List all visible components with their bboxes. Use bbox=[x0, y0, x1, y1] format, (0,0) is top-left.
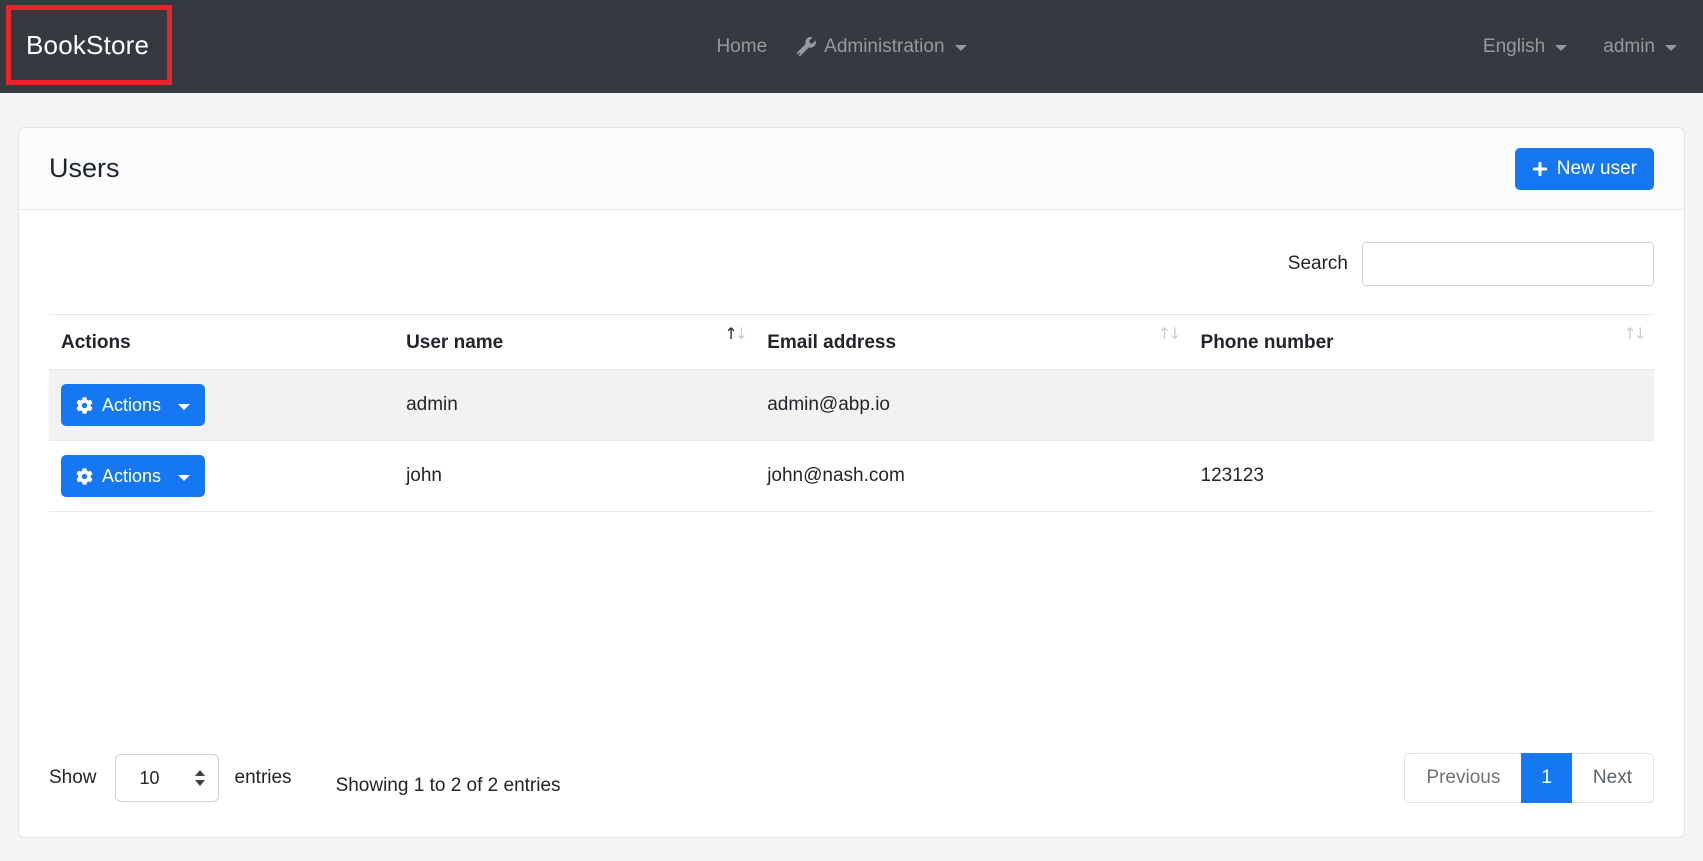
pagination-next[interactable]: Next bbox=[1570, 753, 1654, 803]
brand-highlight-box: BookStore bbox=[6, 5, 172, 85]
column-header-email-label: Email address bbox=[767, 332, 897, 353]
navbar-right: English admin bbox=[1483, 0, 1677, 93]
pagination: Previous 1 Next bbox=[1404, 753, 1654, 803]
new-user-button-label: New user bbox=[1556, 157, 1637, 179]
cell-phone bbox=[1188, 369, 1654, 441]
sort-asc-icon: ↑↓ bbox=[724, 324, 748, 343]
caret-down-icon bbox=[178, 474, 191, 481]
page-size-select-wrap: 10 bbox=[114, 754, 219, 802]
entries-label: entries bbox=[234, 767, 292, 788]
new-user-button[interactable]: New user bbox=[1514, 147, 1654, 190]
cell-user-name: admin bbox=[394, 369, 756, 441]
caret-down-icon bbox=[1665, 45, 1677, 51]
page-title: Users bbox=[49, 153, 120, 183]
nav-item-home[interactable]: Home bbox=[716, 36, 767, 58]
gear-icon bbox=[76, 467, 93, 485]
cell-actions: Actions bbox=[49, 440, 395, 512]
column-header-user-name-label: User name bbox=[406, 332, 504, 353]
plus-icon bbox=[1532, 161, 1548, 177]
card-header: Users New user bbox=[19, 128, 1684, 210]
row-actions-button[interactable]: Actions bbox=[61, 455, 206, 497]
search-input[interactable] bbox=[1362, 242, 1654, 286]
column-header-phone-label: Phone number bbox=[1200, 332, 1334, 353]
page-size-select[interactable]: 10 bbox=[114, 754, 219, 802]
main-menu: Home Administration bbox=[716, 0, 967, 93]
caret-down-icon bbox=[1555, 45, 1568, 51]
pagination-previous[interactable]: Previous bbox=[1404, 753, 1523, 803]
wrench-icon bbox=[797, 37, 817, 56]
language-dropdown[interactable]: English bbox=[1482, 35, 1568, 58]
user-dropdown-label: admin bbox=[1603, 35, 1655, 57]
card-body: Search Actions User name ↑↓ Email addres… bbox=[19, 210, 1684, 837]
search-label: Search bbox=[1287, 253, 1348, 274]
caret-down-icon bbox=[954, 45, 967, 51]
column-header-actions: Actions bbox=[49, 314, 395, 370]
table-row: Actions john john@nash.com 123123 bbox=[49, 440, 1654, 512]
cell-actions: Actions bbox=[49, 369, 395, 441]
nav-item-administration[interactable]: Administration bbox=[797, 35, 967, 58]
search-row: Search bbox=[49, 242, 1654, 286]
table-row: Actions admin admin@abp.io bbox=[49, 369, 1654, 441]
cell-email: admin@abp.io bbox=[755, 369, 1189, 441]
show-label: Show bbox=[49, 767, 97, 788]
table-footer: Show 10 entries Showing 1 to 2 of 2 entr… bbox=[49, 753, 1654, 803]
row-actions-button-label: Actions bbox=[102, 394, 162, 415]
table-info: Showing 1 to 2 of 2 entries bbox=[335, 775, 561, 796]
users-card: Users New user Search Actions User name … bbox=[18, 127, 1685, 838]
sort-both-icon: ↑↓ bbox=[1157, 324, 1182, 343]
language-dropdown-label: English bbox=[1482, 35, 1546, 57]
column-header-email[interactable]: Email address ↑↓ bbox=[755, 314, 1189, 370]
cell-user-name: john bbox=[394, 440, 756, 512]
table-header-row: Actions User name ↑↓ Email address ↑↓ Ph… bbox=[49, 314, 1654, 370]
column-header-phone[interactable]: Phone number ↑↓ bbox=[1188, 314, 1654, 370]
sort-both-icon: ↑↓ bbox=[1623, 324, 1647, 343]
row-actions-button-label: Actions bbox=[102, 465, 162, 486]
nav-item-administration-label: Administration bbox=[824, 35, 945, 57]
row-actions-button[interactable]: Actions bbox=[61, 384, 206, 426]
cell-email: john@nash.com bbox=[755, 440, 1189, 512]
user-dropdown[interactable]: admin bbox=[1603, 36, 1677, 58]
cell-phone: 123123 bbox=[1188, 440, 1654, 512]
caret-down-icon bbox=[178, 403, 191, 410]
users-table: Actions User name ↑↓ Email address ↑↓ Ph… bbox=[49, 314, 1654, 512]
pagination-page-1[interactable]: 1 bbox=[1521, 753, 1572, 803]
brand-link[interactable]: BookStore bbox=[26, 30, 149, 61]
top-navbar: BookStore Home Administration English ad… bbox=[0, 0, 1703, 93]
column-header-user-name[interactable]: User name ↑↓ bbox=[394, 314, 756, 370]
gear-icon bbox=[76, 396, 93, 414]
